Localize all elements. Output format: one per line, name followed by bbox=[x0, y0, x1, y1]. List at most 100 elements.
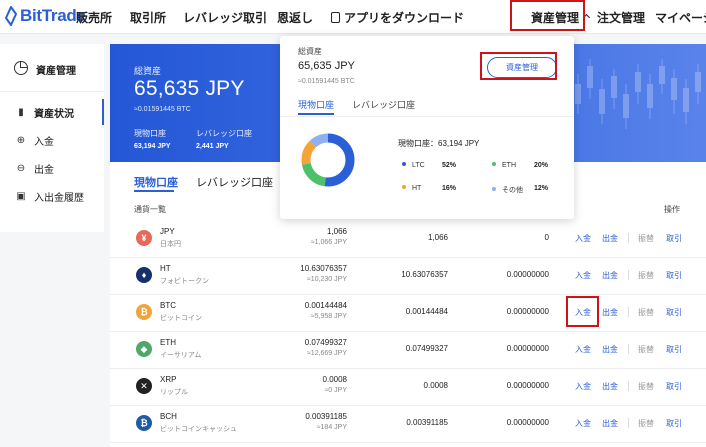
legend-other: その他 bbox=[492, 185, 523, 195]
coin-total: 0.00144484 bbox=[304, 301, 347, 310]
coin-total: 0.00391185 bbox=[305, 412, 347, 421]
sidebar-item-asset-status[interactable]: ▮ 資産状況 bbox=[0, 99, 104, 125]
divider bbox=[628, 344, 629, 354]
withdraw-link[interactable]: 出金 bbox=[602, 344, 618, 355]
coin-jpy-value: ≈184 JPY bbox=[316, 424, 347, 431]
legend-eth: ETH bbox=[492, 162, 516, 169]
coin-symbol: XRP bbox=[160, 375, 177, 384]
highlight-box-asset-button bbox=[480, 52, 557, 80]
divider bbox=[628, 418, 629, 428]
coin-name: 日本円 bbox=[160, 241, 181, 248]
dropdown-btc: ≈0.01591445 BTC bbox=[298, 78, 355, 85]
coin-symbol: BCH bbox=[160, 412, 177, 421]
deposit-icon: ⊕ bbox=[16, 134, 26, 146]
bitcoin-cash-icon: ₿ bbox=[136, 415, 152, 431]
withdraw-link[interactable]: 出金 bbox=[602, 233, 618, 244]
xrp-icon: ✕ bbox=[136, 378, 152, 394]
coin-name: ビットコイン bbox=[160, 315, 202, 322]
coin-jpy-value: ≈12,669 JPY bbox=[306, 350, 347, 357]
coin-available: 0.00144484 bbox=[405, 307, 448, 316]
legend-name: その他 bbox=[502, 187, 523, 194]
tab-spot[interactable]: 現物口座 bbox=[134, 174, 178, 190]
dropdown-amount: 65,635 JPY bbox=[298, 60, 355, 72]
coin-jpy-value: ≈1,066 JPY bbox=[310, 239, 347, 246]
deposit-link[interactable]: 入金 bbox=[575, 381, 591, 392]
leverage-account-label: レバレッジ口座 bbox=[196, 129, 252, 138]
withdraw-link[interactable]: 出金 bbox=[602, 307, 618, 318]
sidebar-header: 資産管理 bbox=[0, 44, 104, 92]
withdraw-link[interactable]: 出金 bbox=[602, 418, 618, 429]
nav-orders[interactable]: 注文管理 bbox=[597, 0, 645, 34]
sidebar-item-label: 入出金履歴 bbox=[34, 192, 84, 204]
coin-available: 0.00391185 bbox=[406, 418, 448, 427]
withdraw-link[interactable]: 出金 bbox=[602, 270, 618, 281]
coin-available: 1,066 bbox=[427, 233, 448, 242]
nav-rewards[interactable]: 恩返し bbox=[277, 0, 313, 34]
transfer-link[interactable]: 振替 bbox=[638, 381, 654, 392]
legend-pct-eth: 20% bbox=[534, 162, 549, 169]
phone-icon bbox=[331, 11, 340, 23]
legend-pct-other: 12% bbox=[534, 185, 549, 192]
table-row: ✕ XRP リップル 0.0008 ≈0 JPY 0.0008 0.00000000 入金 出金… bbox=[110, 368, 706, 406]
yen-icon: ¥ bbox=[136, 230, 152, 246]
legend-dot bbox=[402, 162, 406, 166]
legend-pct-ltc: 52% bbox=[442, 162, 457, 169]
transfer-link[interactable]: 振替 bbox=[638, 233, 654, 244]
logo-mark-icon bbox=[4, 6, 18, 26]
deposit-link[interactable]: 入金 bbox=[575, 233, 591, 244]
nav-leverage[interactable]: レバレッジ取引 bbox=[183, 0, 267, 34]
deposit-link[interactable]: 入金 bbox=[575, 418, 591, 429]
table-row: ₿ BTC ビットコイン 0.00144484 ≈5,958 JPY 0.00144484… bbox=[110, 294, 706, 332]
legend-name: ETH bbox=[502, 162, 516, 169]
legend-name: LTC bbox=[412, 162, 425, 169]
dropdown-divider bbox=[280, 116, 574, 117]
deposit-link[interactable]: 入金 bbox=[575, 344, 591, 355]
transfer-link[interactable]: 振替 bbox=[638, 270, 654, 281]
dropdown-tab-leverage[interactable]: レバレッジ口座 bbox=[352, 98, 415, 111]
sidebar-item-withdraw[interactable]: ⊖ 出金 bbox=[0, 155, 104, 181]
trade-link[interactable]: 取引 bbox=[666, 381, 682, 392]
coin-locked: 0.00000000 bbox=[506, 270, 549, 279]
sidebar: 資産管理 ▮ 資産状況 ⊕ 入金 ⊖ 出金 ▣ 入出金履歴 bbox=[0, 44, 104, 232]
trade-link[interactable]: 取引 bbox=[666, 418, 682, 429]
nav-mypage[interactable]: マイページ bbox=[655, 0, 706, 34]
transfer-link[interactable]: 振替 bbox=[638, 307, 654, 318]
total-assets-label: 総資産 bbox=[134, 66, 162, 76]
divider bbox=[628, 307, 629, 317]
coin-symbol: HT bbox=[160, 264, 171, 273]
table-row: ₿ BCH ビットコインキャッシュ 0.00391185 ≈184 JPY 0.00391… bbox=[110, 405, 706, 443]
legend-pct-ht: 16% bbox=[442, 185, 457, 192]
coin-locked: 0 bbox=[544, 233, 549, 242]
dropdown-tab-spot[interactable]: 現物口座 bbox=[298, 98, 334, 111]
coin-locked: 0.00000000 bbox=[506, 344, 549, 353]
coin-symbol: ETH bbox=[160, 338, 176, 347]
coin-available: 10.63076357 bbox=[401, 270, 448, 279]
legend-ht: HT bbox=[402, 185, 421, 192]
total-assets-btc: ≈0.01591445 BTC bbox=[134, 106, 191, 113]
table-row: ◆ ETH イーサリアム 0.07499327 ≈12,669 JPY 0.0749932… bbox=[110, 331, 706, 369]
trade-link[interactable]: 取引 bbox=[666, 344, 682, 355]
nav-download[interactable]: アプリをダウンロード bbox=[331, 0, 464, 34]
tab-leverage[interactable]: レバレッジ口座 bbox=[196, 174, 273, 190]
dropdown-active-tab-indicator bbox=[298, 113, 334, 115]
coin-jpy-value: ≈10,230 JPY bbox=[306, 276, 347, 283]
deposit-link[interactable]: 入金 bbox=[575, 270, 591, 281]
trade-link[interactable]: 取引 bbox=[666, 233, 682, 244]
divider bbox=[628, 381, 629, 391]
transfer-link[interactable]: 振替 bbox=[638, 418, 654, 429]
coin-locked: 0.00000000 bbox=[506, 418, 549, 427]
nav-exchange[interactable]: 販売所 bbox=[76, 0, 112, 34]
bittrade-logo[interactable]: BitTrade bbox=[4, 6, 86, 26]
legend-ltc: LTC bbox=[402, 162, 425, 169]
total-assets-amount: 65,635 JPY bbox=[134, 77, 245, 100]
coin-name: リップル bbox=[160, 389, 188, 396]
trade-link[interactable]: 取引 bbox=[666, 270, 682, 281]
sidebar-item-label: 入金 bbox=[34, 136, 54, 148]
sidebar-item-deposit[interactable]: ⊕ 入金 bbox=[0, 127, 104, 153]
nav-trading[interactable]: 取引所 bbox=[130, 0, 166, 34]
sidebar-item-history[interactable]: ▣ 入出金履歴 bbox=[0, 183, 104, 209]
trade-link[interactable]: 取引 bbox=[666, 307, 682, 318]
coin-jpy-value: ≈0 JPY bbox=[324, 387, 347, 394]
withdraw-link[interactable]: 出金 bbox=[602, 381, 618, 392]
transfer-link[interactable]: 振替 bbox=[638, 344, 654, 355]
